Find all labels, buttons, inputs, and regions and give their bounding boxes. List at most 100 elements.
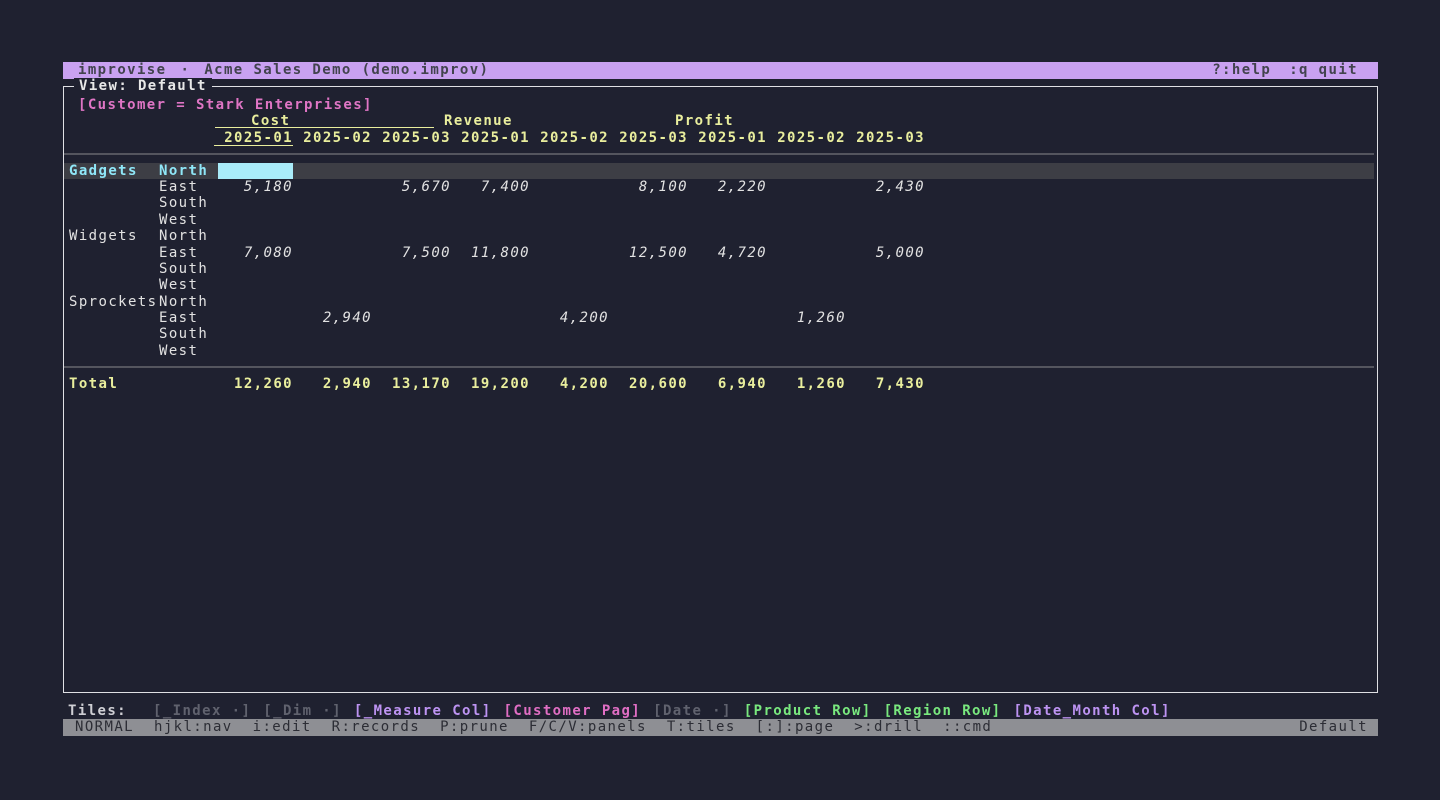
region-label[interactable]: South bbox=[159, 195, 214, 211]
data-cell[interactable] bbox=[223, 326, 293, 342]
region-label[interactable]: North bbox=[159, 228, 214, 244]
product-label[interactable] bbox=[69, 261, 159, 277]
region-label[interactable]: East bbox=[159, 310, 214, 326]
data-cell[interactable] bbox=[618, 212, 688, 228]
data-cell[interactable] bbox=[539, 294, 609, 310]
data-cell[interactable] bbox=[302, 343, 372, 359]
total-cell[interactable]: 2,940 bbox=[302, 376, 372, 392]
data-cell[interactable] bbox=[223, 294, 293, 310]
total-cell[interactable]: 1,260 bbox=[776, 376, 846, 392]
tile-region[interactable]: [Region Row] bbox=[884, 703, 1002, 719]
data-cell[interactable] bbox=[302, 294, 372, 310]
data-cell[interactable] bbox=[460, 212, 530, 228]
data-cell[interactable] bbox=[697, 294, 767, 310]
data-cell[interactable] bbox=[460, 343, 530, 359]
data-cell[interactable] bbox=[381, 228, 451, 244]
total-cell[interactable]: 4,200 bbox=[539, 376, 609, 392]
data-cell[interactable]: 1,260 bbox=[776, 310, 846, 326]
data-cell[interactable] bbox=[539, 343, 609, 359]
data-cell[interactable] bbox=[223, 228, 293, 244]
data-cell[interactable] bbox=[776, 326, 846, 342]
data-cell[interactable] bbox=[618, 294, 688, 310]
data-cell[interactable] bbox=[302, 245, 372, 261]
selected-cell[interactable] bbox=[218, 163, 293, 179]
help-shortcut[interactable]: ?:help bbox=[1212, 62, 1271, 79]
group-header-profit[interactable]: Profit bbox=[675, 113, 734, 129]
data-cell[interactable] bbox=[223, 343, 293, 359]
data-cell[interactable] bbox=[618, 343, 688, 359]
region-label[interactable]: North bbox=[159, 163, 214, 179]
data-cell[interactable] bbox=[381, 326, 451, 342]
data-cell[interactable] bbox=[460, 326, 530, 342]
data-cell[interactable] bbox=[223, 212, 293, 228]
data-cell[interactable] bbox=[776, 294, 846, 310]
data-cell[interactable] bbox=[539, 228, 609, 244]
data-cell[interactable] bbox=[381, 261, 451, 277]
data-cell[interactable] bbox=[618, 195, 688, 211]
tile-measure[interactable]: [_Measure Col] bbox=[354, 703, 492, 719]
data-cell[interactable] bbox=[855, 261, 925, 277]
product-label[interactable] bbox=[69, 310, 159, 326]
data-cell[interactable]: 11,800 bbox=[460, 245, 530, 261]
region-label[interactable]: South bbox=[159, 261, 214, 277]
region-label[interactable]: East bbox=[159, 245, 214, 261]
tile-date[interactable]: [Date ·] bbox=[653, 703, 732, 719]
data-cell[interactable] bbox=[855, 228, 925, 244]
total-cell[interactable]: 13,170 bbox=[381, 376, 451, 392]
data-cell[interactable] bbox=[776, 261, 846, 277]
data-cell[interactable]: 7,500 bbox=[381, 245, 451, 261]
total-cell[interactable]: 12,260 bbox=[223, 376, 293, 392]
data-cell[interactable]: 5,000 bbox=[855, 245, 925, 261]
data-cell[interactable] bbox=[539, 195, 609, 211]
month-header-selected[interactable]: 2025-01 bbox=[214, 130, 293, 146]
data-cell[interactable] bbox=[539, 163, 609, 179]
product-label[interactable] bbox=[69, 326, 159, 342]
data-cell[interactable] bbox=[697, 343, 767, 359]
product-label[interactable] bbox=[69, 212, 159, 228]
data-cell[interactable] bbox=[855, 163, 925, 179]
data-cell[interactable] bbox=[381, 163, 451, 179]
region-label[interactable]: West bbox=[159, 343, 214, 359]
data-cell[interactable] bbox=[855, 195, 925, 211]
data-cell[interactable] bbox=[697, 310, 767, 326]
total-cell[interactable]: 19,200 bbox=[460, 376, 530, 392]
tile-index[interactable]: [_Index ·] bbox=[153, 703, 251, 719]
data-cell[interactable] bbox=[302, 212, 372, 228]
month-header[interactable]: 2025-01 bbox=[697, 130, 767, 146]
data-cell[interactable] bbox=[460, 261, 530, 277]
product-label[interactable] bbox=[69, 195, 159, 211]
data-cell[interactable] bbox=[697, 212, 767, 228]
data-cell[interactable] bbox=[697, 228, 767, 244]
data-cell[interactable] bbox=[539, 179, 609, 195]
data-cell[interactable] bbox=[223, 195, 293, 211]
data-cell[interactable] bbox=[776, 343, 846, 359]
data-cell[interactable] bbox=[697, 326, 767, 342]
data-cell[interactable] bbox=[618, 277, 688, 293]
data-cell[interactable] bbox=[539, 326, 609, 342]
data-cell[interactable] bbox=[302, 195, 372, 211]
data-cell[interactable] bbox=[381, 195, 451, 211]
data-cell[interactable] bbox=[302, 326, 372, 342]
data-cell[interactable] bbox=[776, 228, 846, 244]
region-label[interactable]: East bbox=[159, 179, 214, 195]
month-header[interactable]: 2025-01 bbox=[460, 130, 530, 146]
month-header[interactable]: 2025-03 bbox=[855, 130, 925, 146]
product-label[interactable] bbox=[69, 277, 159, 293]
data-cell[interactable] bbox=[539, 212, 609, 228]
region-label[interactable]: West bbox=[159, 277, 214, 293]
data-cell[interactable]: 4,200 bbox=[539, 310, 609, 326]
data-cell[interactable]: 8,100 bbox=[618, 179, 688, 195]
month-header[interactable]: 2025-03 bbox=[381, 130, 451, 146]
data-cell[interactable] bbox=[697, 277, 767, 293]
month-header[interactable]: 2025-02 bbox=[539, 130, 609, 146]
data-cell[interactable] bbox=[855, 326, 925, 342]
data-cell[interactable] bbox=[302, 261, 372, 277]
month-header[interactable]: 2025-02 bbox=[776, 130, 846, 146]
data-cell[interactable] bbox=[539, 261, 609, 277]
data-cell[interactable] bbox=[776, 163, 846, 179]
data-cell[interactable] bbox=[302, 179, 372, 195]
tile-date-month[interactable]: [Date_Month Col] bbox=[1014, 703, 1171, 719]
month-header[interactable]: 2025-02 bbox=[302, 130, 372, 146]
data-cell[interactable]: 7,400 bbox=[460, 179, 530, 195]
total-cell[interactable]: 20,600 bbox=[618, 376, 688, 392]
